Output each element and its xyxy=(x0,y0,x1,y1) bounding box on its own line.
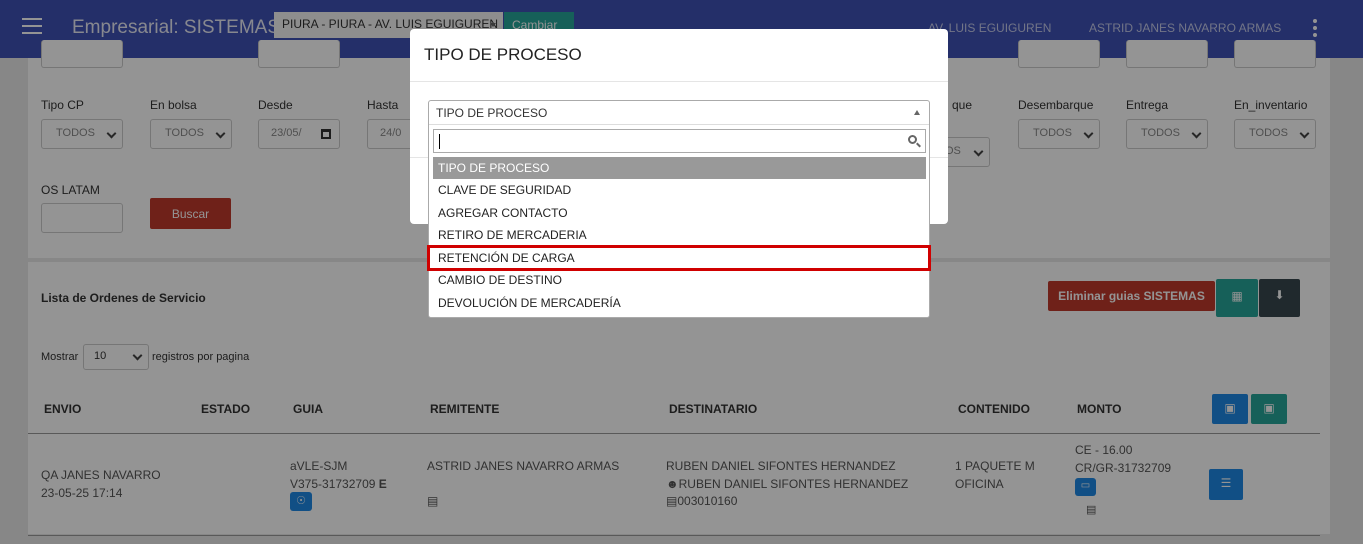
option-devolucion-de-mercaderia[interactable]: DEVOLUCIÓN DE MERCADERÍA xyxy=(433,292,926,314)
option-cambio-de-destino[interactable]: CAMBIO DE DESTINO xyxy=(433,269,926,291)
option-retiro-de-mercaderia[interactable]: RETIRO DE MERCADERIA xyxy=(433,224,926,246)
option-tipo-de-proceso[interactable]: TIPO DE PROCESO xyxy=(433,157,926,179)
dropdown-search-input[interactable] xyxy=(433,129,926,153)
option-retencion-de-carga[interactable]: RETENCIÓN DE CARGA xyxy=(427,245,931,271)
search-icon xyxy=(908,135,917,144)
modal-divider xyxy=(410,81,948,82)
selected-value: TIPO DE PROCESO xyxy=(436,106,548,120)
option-agregar-contacto[interactable]: AGREGAR CONTACTO xyxy=(433,202,926,224)
process-type-dropdown: TIPO DE PROCESO TIPO DE PROCESO CLAVE DE… xyxy=(427,100,931,318)
caret-up-icon xyxy=(914,110,920,115)
modal-title: TIPO DE PROCESO xyxy=(424,45,582,64)
text-cursor xyxy=(439,134,440,149)
process-type-select[interactable]: TIPO DE PROCESO xyxy=(429,101,929,125)
option-clave-de-seguridad[interactable]: CLAVE DE SEGURIDAD xyxy=(433,179,926,201)
